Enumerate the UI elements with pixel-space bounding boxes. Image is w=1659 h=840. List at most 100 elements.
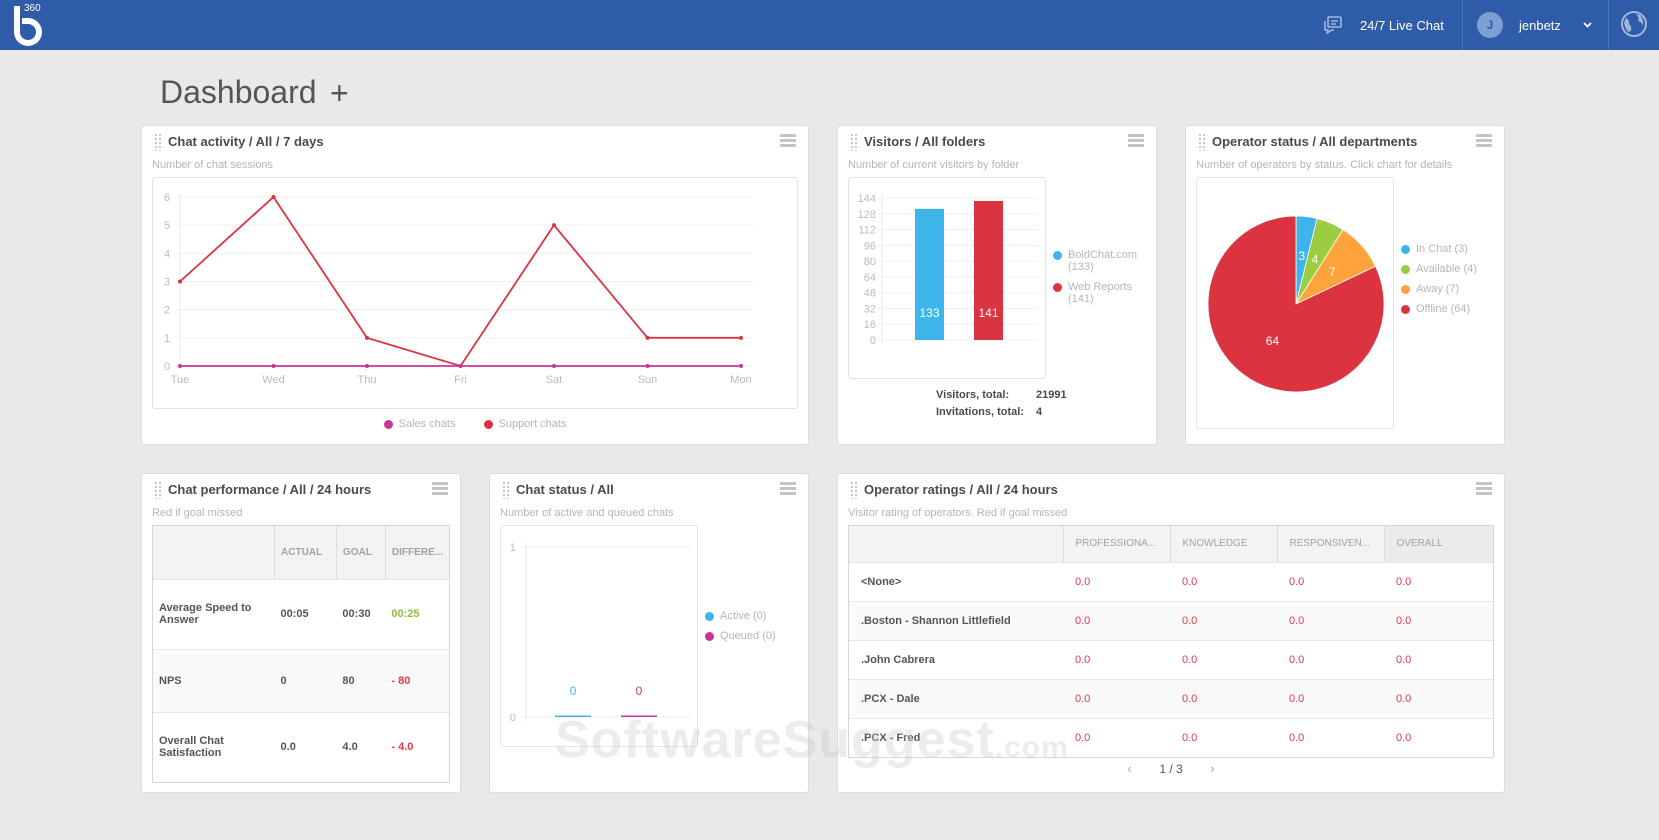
column-header-knowledge[interactable]: KNOWLEDGE bbox=[1170, 526, 1278, 562]
legend-label: Support chats bbox=[498, 418, 567, 430]
legend-label: Offline (64) bbox=[1416, 303, 1471, 315]
table-row[interactable]: .John Cabrera 0.0 0.0 0.0 0.0 bbox=[849, 639, 1493, 679]
y-tick-label: 144 bbox=[858, 193, 876, 205]
widget-subtitle: Red if goal missed bbox=[152, 507, 243, 519]
drag-handle-icon[interactable] bbox=[850, 133, 858, 151]
table-row[interactable]: .Boston - Shannon Littlefield 0.0 0.0 0.0 0.… bbox=[849, 600, 1493, 640]
table-row[interactable]: .PCX - Dale 0.0 0.0 0.0 0.0 bbox=[849, 678, 1493, 718]
drag-handle-icon[interactable] bbox=[850, 481, 858, 499]
legend-label: In Chat (3) bbox=[1416, 243, 1468, 255]
add-dashboard-button[interactable]: + bbox=[330, 74, 349, 112]
legend-item[interactable]: BoldChat.com (133) bbox=[1053, 249, 1143, 273]
legend-label: Queued (0) bbox=[720, 630, 776, 642]
legend-item[interactable]: Web Reports (141) bbox=[1053, 281, 1143, 305]
bar-chart-frame: 0 16 32 48 64 80 96 112 128 144 133 141 bbox=[848, 177, 1046, 379]
data-point bbox=[552, 223, 556, 228]
table-row[interactable]: Overall Chat Satisfaction 0.0 4.0- 4.0 bbox=[153, 711, 449, 782]
y-tick-label: 0 bbox=[510, 712, 516, 724]
legend-label: Available (4) bbox=[1416, 263, 1477, 275]
widget-title: Operator status / All departments bbox=[1212, 134, 1418, 149]
widget-subtitle: Number of chat sessions bbox=[152, 159, 274, 171]
y-tick-label: 128 bbox=[858, 209, 876, 221]
hamburger-menu-icon[interactable] bbox=[1476, 482, 1492, 496]
legend-item[interactable]: Support chats bbox=[483, 418, 567, 430]
slice-value-label: 3 bbox=[1298, 249, 1305, 263]
drag-handle-icon[interactable] bbox=[154, 133, 162, 151]
column-header-overall[interactable]: OVERALL bbox=[1384, 526, 1493, 562]
column-header[interactable] bbox=[849, 526, 1064, 562]
column-header-difference[interactable]: DIFFERE... bbox=[385, 526, 449, 579]
column-header-goal[interactable]: GOAL bbox=[336, 526, 386, 579]
next-page-button[interactable]: › bbox=[1210, 760, 1215, 776]
actual-cell: 00:05 bbox=[274, 578, 337, 649]
goal-cell: 00:30 bbox=[336, 578, 386, 649]
chart-legend: BoldChat.com (133) Web Reports (141) bbox=[1053, 249, 1143, 313]
table-row[interactable]: NPS 0 80- 80 bbox=[153, 648, 449, 712]
widget-header: Chat activity / All / 7 days bbox=[142, 126, 808, 158]
visitors-bar-chart[interactable]: 0 16 32 48 64 80 96 112 128 144 133 141 bbox=[849, 178, 1047, 380]
operator-status-pie-chart[interactable]: 3 47 64 bbox=[1197, 178, 1395, 430]
data-point bbox=[645, 335, 650, 340]
table-row[interactable]: .PCX - Fred 0.0 0.0 0.0 0.0 bbox=[849, 717, 1493, 757]
data-point bbox=[739, 335, 743, 340]
legend-dot-icon bbox=[483, 420, 493, 429]
drag-handle-icon[interactable] bbox=[154, 481, 162, 499]
data-point bbox=[552, 364, 556, 368]
chart-legend: In Chat (3) Available (4) Away (7) Offline … bbox=[1401, 243, 1477, 323]
legend-item[interactable]: Available (4) bbox=[1401, 263, 1477, 275]
legend-item[interactable]: Active (0) bbox=[705, 610, 776, 622]
hamburger-menu-icon[interactable] bbox=[780, 482, 796, 496]
drag-handle-icon[interactable] bbox=[502, 481, 510, 499]
live-chat-link[interactable]: 24/7 Live Chat bbox=[1322, 0, 1444, 50]
operator-name-cell: .Boston - Shannon Littlefield bbox=[849, 600, 1063, 640]
globe-icon[interactable] bbox=[1620, 10, 1648, 38]
widget-subtitle: Visitor rating of operators. Red if goal… bbox=[848, 507, 1068, 519]
legend-item[interactable]: In Chat (3) bbox=[1401, 243, 1477, 255]
y-tick-label: 4 bbox=[164, 248, 170, 260]
chat-status-bar-chart[interactable]: 0 1 0 0 bbox=[501, 526, 699, 748]
chat-status-widget: Chat status / All Number of active and q… bbox=[489, 473, 809, 793]
performance-table: ACTUAL GOAL DIFFERE... Average Speed to … bbox=[153, 526, 449, 782]
legend-label: Active (0) bbox=[720, 610, 767, 622]
bar-chart-frame: 0 1 0 0 bbox=[500, 525, 698, 747]
username: jenbetz bbox=[1519, 17, 1561, 33]
widget-title: Chat status / All bbox=[516, 482, 614, 497]
legend-dot-icon bbox=[1053, 283, 1062, 292]
hamburger-menu-icon[interactable] bbox=[432, 482, 448, 496]
legend-item[interactable]: Sales chats bbox=[383, 418, 456, 430]
divider bbox=[1608, 0, 1609, 50]
rating-cell: 0.0 bbox=[1170, 678, 1277, 718]
drag-handle-icon[interactable] bbox=[1198, 133, 1206, 151]
widget-subtitle: Number of operators by status. Click cha… bbox=[1196, 159, 1453, 171]
legend-dot-icon bbox=[705, 612, 714, 621]
user-menu[interactable]: J jenbetz bbox=[1477, 0, 1592, 50]
column-header-actual[interactable]: ACTUAL bbox=[274, 526, 337, 579]
rating-cell: 0.0 bbox=[1384, 717, 1493, 757]
legend-item[interactable]: Queued (0) bbox=[705, 630, 776, 642]
hamburger-menu-icon[interactable] bbox=[1128, 134, 1144, 148]
column-header[interactable] bbox=[153, 526, 276, 579]
column-header-professionalism[interactable]: PROFESSIONA... bbox=[1063, 526, 1171, 562]
table-row[interactable]: <None> 0.0 0.0 0.0 0.0 bbox=[849, 561, 1493, 601]
operator-name-cell: .PCX - Dale bbox=[849, 678, 1063, 718]
y-tick-label: 0 bbox=[870, 335, 876, 347]
hamburger-menu-icon[interactable] bbox=[1476, 134, 1492, 148]
performance-table-frame: ACTUAL GOAL DIFFERE... Average Speed to … bbox=[152, 525, 450, 783]
rating-cell: 0.0 bbox=[1277, 717, 1384, 757]
line-chart-frame: 0 1 2 3 4 5 6 Tue Wed Thu Fri Sat Sun Mon bbox=[152, 177, 798, 409]
column-header-responsiveness[interactable]: RESPONSIVEN... bbox=[1277, 526, 1385, 562]
y-tick-label: 112 bbox=[858, 225, 876, 237]
hamburger-menu-icon[interactable] bbox=[780, 134, 796, 148]
x-tick-label: Wed bbox=[262, 374, 284, 386]
rating-cell: 0.0 bbox=[1063, 639, 1170, 679]
pie-chart-frame: 3 4 7 64 bbox=[1196, 177, 1394, 429]
previous-page-button[interactable]: ‹ bbox=[1127, 760, 1132, 776]
table-row[interactable]: Average Speed to Answer 00:05 00:30 00:25 bbox=[153, 578, 449, 649]
chat-activity-widget: Chat activity / All / 7 days Number of c… bbox=[141, 125, 809, 445]
rating-cell: 0.0 bbox=[1384, 600, 1493, 640]
legend-item[interactable]: Away (7) bbox=[1401, 283, 1477, 295]
chat-activity-line-chart[interactable]: 0 1 2 3 4 5 6 Tue Wed Thu Fri Sat Sun Mon bbox=[153, 178, 799, 410]
legend-dot-icon bbox=[1053, 251, 1062, 260]
legend-item[interactable]: Offline (64) bbox=[1401, 303, 1477, 315]
legend-dot-icon bbox=[705, 632, 714, 641]
